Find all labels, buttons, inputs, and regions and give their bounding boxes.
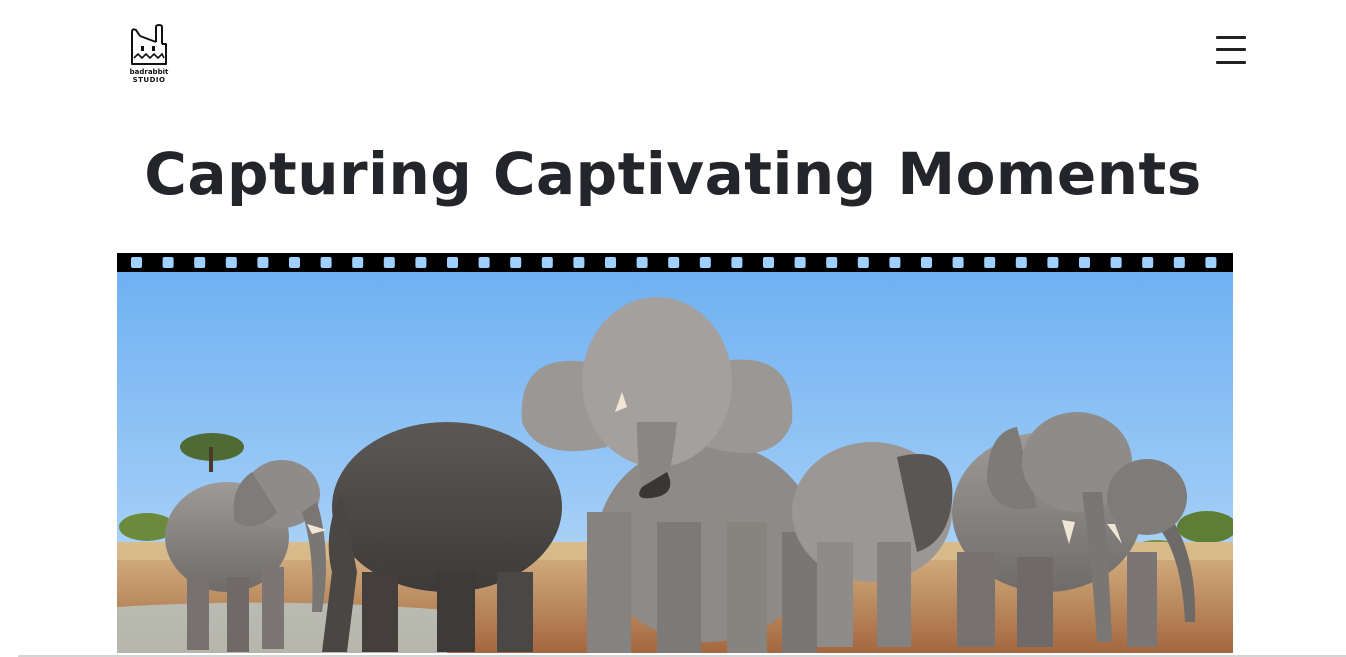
sprocket-hole: [131, 257, 142, 268]
sprocket-hole: [573, 257, 585, 268]
sprocket-hole: [415, 257, 427, 268]
sprocket-hole: [257, 257, 269, 268]
sprocket-hole: [794, 257, 806, 268]
sprocket-hole: [826, 257, 838, 268]
sprocket-hole: [289, 257, 300, 268]
film-strip-sprockets: [117, 253, 1233, 272]
logo-text-line1: badrabbit: [129, 68, 169, 76]
sprocket-hole: [162, 257, 174, 268]
sprocket-hole: [731, 257, 743, 268]
rabbit-logo-icon: [131, 24, 167, 65]
sprocket-hole: [541, 257, 553, 268]
sprocket-hole: [383, 257, 395, 268]
sprocket-hole: [478, 257, 490, 268]
sprocket-hole: [1205, 257, 1217, 268]
hamburger-menu-icon[interactable]: [1210, 33, 1250, 69]
sprocket-hole: [857, 257, 869, 268]
sprocket-hole: [763, 257, 774, 268]
sprocket-hole: [699, 257, 711, 268]
sprocket-hole: [952, 257, 964, 268]
brand-logo[interactable]: badrabbit STUDIO: [128, 24, 170, 88]
sprocket-hole: [921, 257, 932, 268]
hero-image-frame: [117, 253, 1233, 653]
sprocket-hole: [194, 257, 206, 268]
menu-bar-bottom: [1216, 61, 1246, 64]
sprocket-hole: [668, 257, 680, 268]
sprocket-hole: [984, 257, 996, 268]
sprocket-hole: [447, 257, 458, 268]
sprocket-hole: [1142, 257, 1154, 268]
sprocket-hole: [1015, 257, 1027, 268]
sprocket-hole: [636, 257, 648, 268]
sprocket-hole: [1110, 257, 1122, 268]
sprocket-hole: [352, 257, 364, 268]
menu-bar-top: [1216, 36, 1246, 39]
page: badrabbit STUDIO Capturing Captivating M…: [0, 0, 1346, 657]
sprocket-hole: [320, 257, 332, 268]
sprocket-hole: [225, 257, 237, 268]
logo-text-line2: STUDIO: [132, 76, 166, 84]
sprocket-hole: [889, 257, 901, 268]
sprocket-hole: [1173, 257, 1185, 268]
sprocket-hole: [605, 257, 616, 268]
page-title: Capturing Captivating Moments: [144, 140, 1202, 208]
sprocket-hole: [1079, 257, 1090, 268]
elephant-herd-photo: [117, 272, 1233, 653]
sprocket-hole: [1047, 257, 1059, 268]
sprocket-hole: [510, 257, 522, 268]
menu-bar-middle: [1216, 48, 1246, 51]
